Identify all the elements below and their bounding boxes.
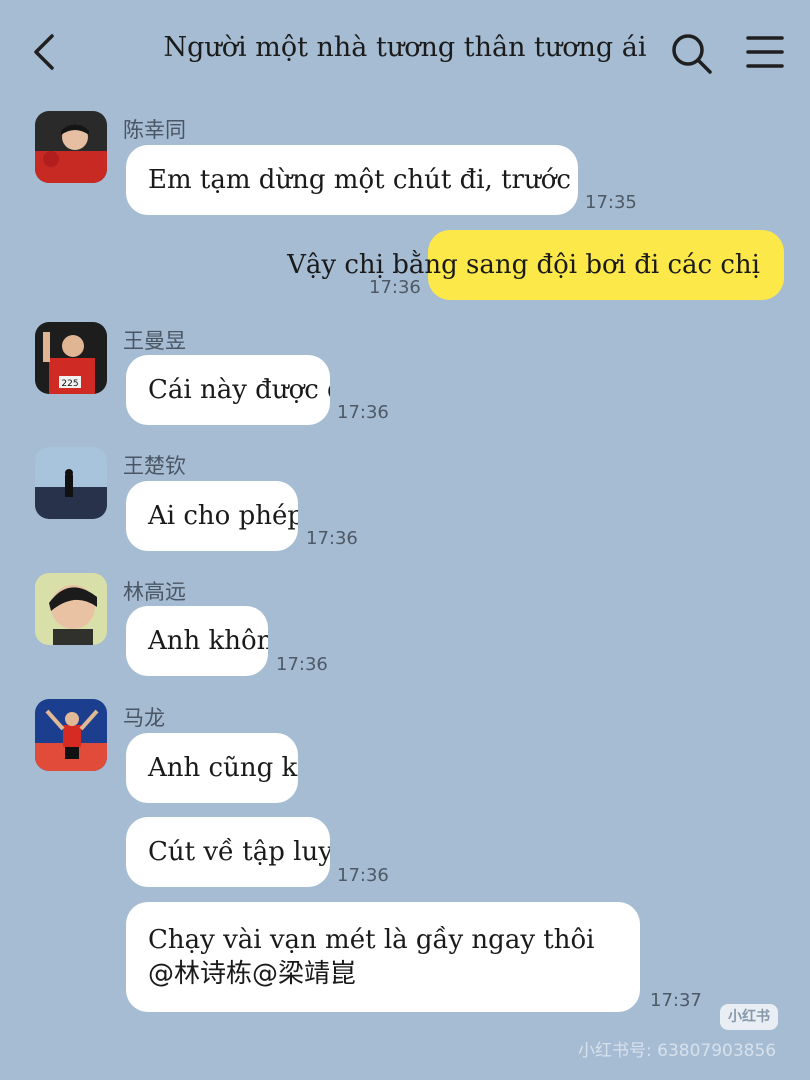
message-time: 17:36 <box>369 277 421 298</box>
chat-title: Người một nhà tương thân tương ái <box>163 32 647 63</box>
message-text: Anh không có <box>148 626 268 656</box>
watermark-id: 小红书号: 63807903856 <box>578 1041 777 1061</box>
message-text: Em tạm dừng một chút đi, trước hết đổi ả… <box>148 165 578 195</box>
sender-name: 王曼昱 <box>123 329 186 353</box>
message-text: Ai cho phép vậy? <box>148 501 298 531</box>
message-text: Vậy chị bằng sang đội bơi đi các chị <box>287 250 760 280</box>
svg-text:225: 225 <box>61 379 78 389</box>
message-bubble[interactable]: Cút về tập luyện <box>126 817 330 887</box>
message-time: 17:35 <box>585 192 637 213</box>
mention-text[interactable]: @林诗栋@梁靖崑 <box>148 957 356 991</box>
avatar[interactable]: 225 <box>35 322 107 394</box>
sender-name: 陈幸同 <box>123 118 186 142</box>
message-time: 17:36 <box>337 865 389 886</box>
back-arrow-icon[interactable] <box>28 30 64 74</box>
message-bubble[interactable]: Ai cho phép vậy? <box>126 481 298 551</box>
message-text-line: Chạy vài vạn mét là gầy ngay thôi <box>148 925 595 955</box>
watermark-logo: 小红书 <box>720 1004 778 1030</box>
message-time: 17:36 <box>306 528 358 549</box>
outgoing-message-bubble[interactable]: Vậy chị bằng sang đội bơi đi các chị <box>287 230 784 300</box>
message-text: Cái này được đấy <box>148 375 330 405</box>
sender-name: 王楚钦 <box>123 454 186 478</box>
message-text: Cút về tập luyện <box>148 837 330 867</box>
message-bubble[interactable]: Em tạm dừng một chút đi, trước hết đổi ả… <box>126 145 578 215</box>
search-icon[interactable] <box>668 30 714 76</box>
message-time: 17:37 <box>650 990 702 1011</box>
message-time: 17:36 <box>337 402 389 423</box>
menu-icon[interactable] <box>744 32 786 72</box>
message-bubble[interactable]: Anh cũng không có <box>126 733 298 803</box>
avatar[interactable] <box>35 699 107 771</box>
message-bubble[interactable]: Chạy vài vạn mét là gầy ngay thôi @林诗栋@梁… <box>126 902 640 1012</box>
chat-header: Người một nhà tương thân tương ái <box>0 0 810 100</box>
sender-name: 马龙 <box>123 706 165 730</box>
message-time: 17:36 <box>276 654 328 675</box>
message-bubble[interactable]: Anh không có <box>126 606 268 676</box>
avatar[interactable] <box>35 573 107 645</box>
message-text: Anh cũng không có <box>148 753 298 783</box>
avatar[interactable] <box>35 447 107 519</box>
sender-name: 林高远 <box>123 580 186 604</box>
avatar[interactable] <box>35 111 107 183</box>
message-bubble[interactable]: Cái này được đấy <box>126 355 330 425</box>
